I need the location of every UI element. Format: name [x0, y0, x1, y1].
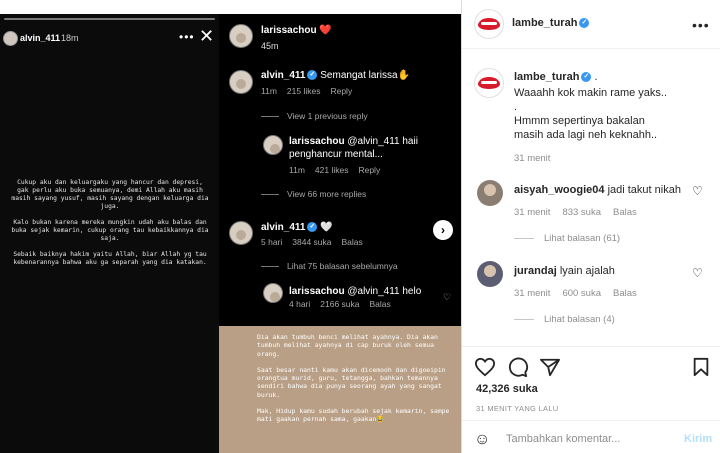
story-screenshot: alvin_411 18m ••• ✕ Cukup aku dan keluar…: [0, 14, 219, 453]
comment-4: larissachou @alvin_411 helo: [289, 286, 422, 297]
heart-icon[interactable]: ♡: [692, 266, 703, 280]
add-comment-input[interactable]: Tambahkan komentar...: [506, 433, 620, 445]
view-replies-link[interactable]: Lihat balasan (61): [514, 233, 620, 244]
caption-author[interactable]: lambe_turah ✓ .: [514, 71, 598, 83]
account-avatar[interactable]: [474, 9, 504, 39]
comment-2-meta: 11m 421 likes Reply: [289, 165, 381, 175]
story-text: Cukup aku dan keluargaku yang hancur dan…: [11, 179, 209, 266]
share-icon[interactable]: [539, 357, 561, 377]
comment-4-meta: 4 hari 2166 suka Balas: [289, 299, 391, 309]
account-avatar[interactable]: [474, 68, 504, 98]
likes-count[interactable]: 42,326 suka: [476, 383, 538, 395]
quote-text: Dia akan tumbuh benci melihat ayahnya. D…: [257, 333, 450, 424]
avatar: [3, 31, 18, 46]
comment-3: alvin_411 ✓ 🤍: [261, 222, 333, 233]
caption-time: 31 menit: [514, 153, 551, 164]
comment: jurandaj lyain ajalah: [514, 265, 615, 277]
view-replies-link: Lihat 75 balasan sebelumnya: [261, 261, 398, 271]
avatar: [229, 221, 253, 245]
comment-2: larissachou @alvin_411 haii penghancur m…: [289, 136, 418, 160]
view-replies-link: View 66 more replies: [261, 189, 366, 199]
avatar[interactable]: [477, 261, 503, 287]
heart-icon[interactable]: ♡: [692, 184, 703, 198]
header-username: larissachou ❤️: [261, 25, 332, 36]
caption-text: Waaahh kok makin rame yaks.. . Hmmm sepe…: [514, 87, 668, 141]
divider: [462, 420, 720, 421]
lips-logo-icon: [478, 77, 500, 89]
comment-3-meta: 5 hari 3844 suka Balas: [261, 237, 363, 247]
post-media[interactable]: alvin_411 18m ••• ✕ Cukup aku dan keluar…: [0, 0, 461, 453]
avatar: [263, 283, 283, 303]
more-options-icon[interactable]: •••: [692, 17, 710, 33]
avatar: [263, 135, 283, 155]
comment: aisyah_woogie04 jadi takut nikah: [514, 184, 681, 196]
view-replies-link: View 1 previous reply: [261, 111, 368, 121]
post-sidebar: lambe_turah ✓ ••• lambe_turah ✓ . Waaahh k…: [461, 0, 720, 453]
header-time: 45m: [261, 41, 279, 51]
comment-1: alvin_411 ✓ Semangat larissa✋: [261, 70, 410, 81]
verified-icon: ✓: [581, 72, 592, 83]
view-replies-link[interactable]: Lihat balasan (4): [514, 314, 615, 325]
bookmark-icon[interactable]: [692, 357, 710, 377]
heart-icon: ♡: [443, 292, 452, 302]
verified-icon: ✓: [307, 70, 318, 81]
story-username: alvin_411: [20, 33, 61, 43]
divider: [462, 346, 720, 347]
avatar: [229, 70, 253, 94]
post-comment-button[interactable]: Kirim: [684, 433, 712, 445]
emoji-icon[interactable]: ☺: [474, 431, 490, 449]
comment-meta: 31 menit 833 suka Balas: [514, 207, 637, 218]
story-progress-bar: [4, 18, 215, 20]
story-time: 18m: [61, 33, 79, 43]
avatar[interactable]: [477, 180, 503, 206]
avatar: [229, 24, 253, 48]
comment-meta: 31 menit 600 suka Balas: [514, 288, 637, 299]
comment-1-meta: 11m 215 likes Reply: [261, 86, 353, 96]
reply-button[interactable]: Balas: [613, 288, 637, 299]
verified-icon: ✓: [307, 222, 318, 233]
lips-logo-icon: [478, 18, 500, 30]
chevron-right-icon: ›: [433, 220, 453, 240]
comment-icon[interactable]: [507, 357, 529, 377]
verified-icon: ✓: [579, 18, 590, 29]
quote-screenshot: Dia akan tumbuh benci melihat ayahnya. D…: [219, 326, 461, 453]
account-name[interactable]: lambe_turah ✓: [512, 17, 590, 29]
divider: [462, 48, 720, 49]
like-heart-icon[interactable]: [474, 357, 496, 377]
comments-screenshot: larissachou ❤️ 45m alvin_411 ✓ Semangat l…: [219, 14, 461, 326]
close-icon: ✕: [199, 26, 215, 46]
more-icon: •••: [179, 30, 195, 44]
post-time: 31 MENIT YANG LALU: [476, 404, 559, 413]
reply-button[interactable]: Balas: [613, 207, 637, 218]
